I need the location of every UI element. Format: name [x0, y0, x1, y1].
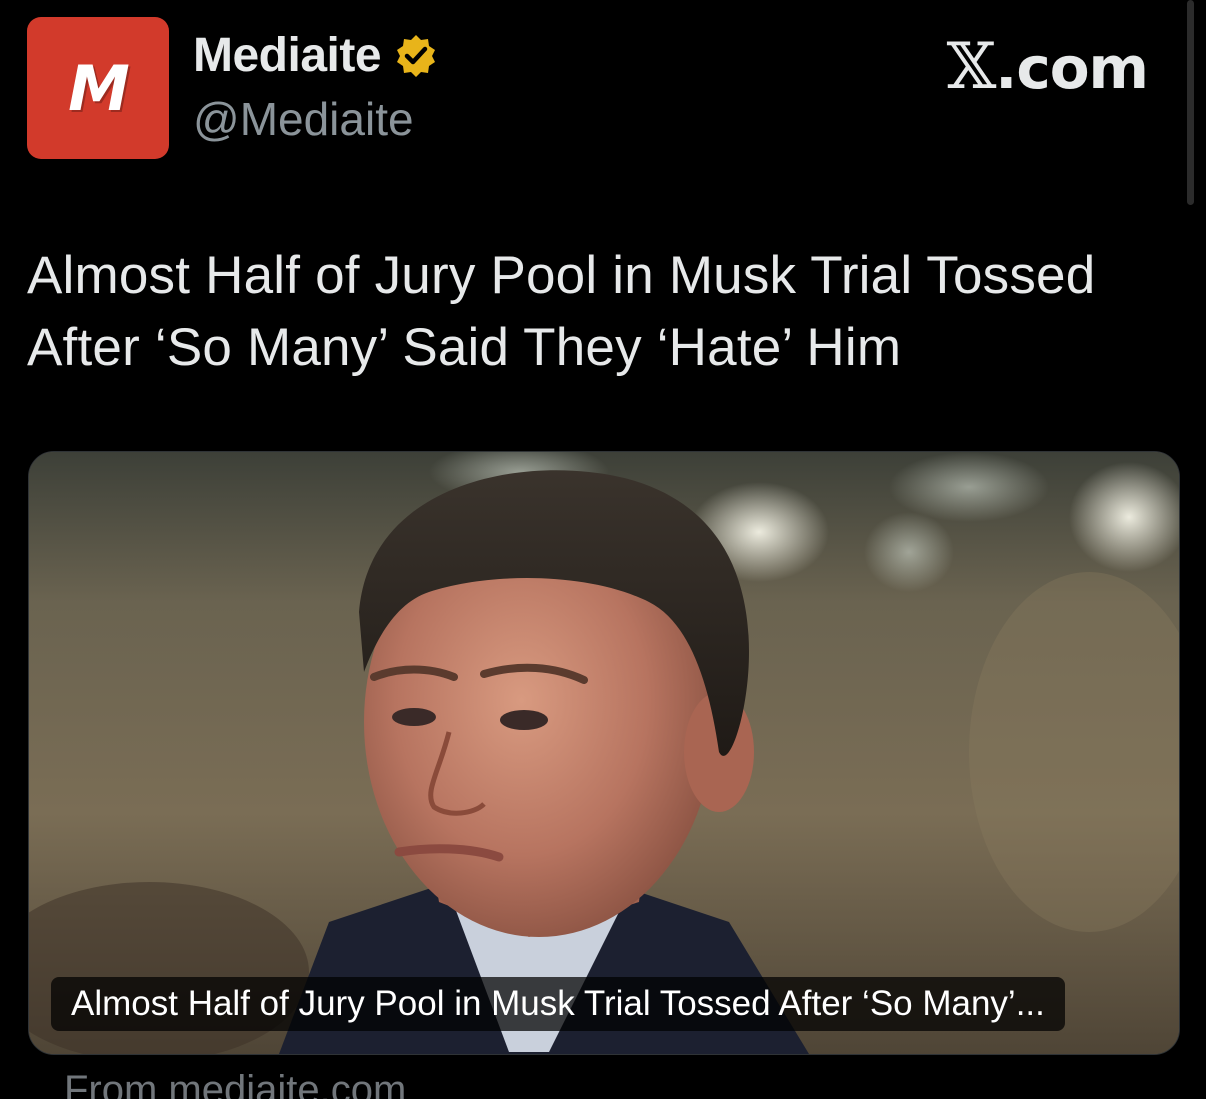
eye	[392, 708, 436, 726]
link-card[interactable]: Almost Half of Jury Pool in Musk Trial T…	[28, 451, 1180, 1055]
avatar[interactable]: M	[27, 17, 169, 159]
bokeh-light	[864, 512, 954, 592]
article-photo	[29, 452, 1179, 1054]
eye	[500, 710, 548, 730]
x-domain: .com	[995, 34, 1149, 102]
display-name[interactable]: Mediaite	[193, 28, 382, 83]
link-card-caption: Almost Half of Jury Pool in Musk Trial T…	[51, 977, 1065, 1031]
verified-badge-icon	[393, 33, 439, 79]
post-text: Almost Half of Jury Pool in Musk Trial T…	[27, 246, 1096, 377]
bokeh-light	[889, 452, 1049, 522]
account-handle[interactable]: @Mediaite	[193, 92, 414, 146]
x-icon: 𝕏	[946, 30, 997, 104]
scrollbar[interactable]	[1187, 0, 1194, 205]
link-source[interactable]: From mediaite.com	[64, 1068, 406, 1099]
avatar-letter: M	[68, 51, 130, 125]
x-logo: 𝕏.com	[946, 30, 1149, 104]
account-name-row[interactable]: Mediaite	[193, 28, 439, 83]
post-screen: M Mediaite @Mediaite 𝕏.com Almost Half o…	[0, 0, 1206, 1099]
